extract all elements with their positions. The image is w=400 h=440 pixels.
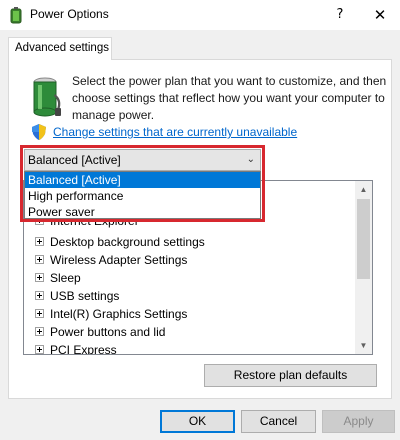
expand-icon[interactable]	[35, 237, 44, 247]
list-item[interactable]: USB settings	[35, 287, 119, 305]
power-plan-dropdown: Balanced [Active] High performance Power…	[24, 171, 261, 219]
vertical-scrollbar[interactable]: ▲ ▼	[355, 181, 372, 354]
expand-icon[interactable]	[35, 309, 44, 319]
scroll-up-icon[interactable]: ▲	[355, 181, 372, 198]
expand-icon[interactable]	[35, 255, 44, 265]
list-item[interactable]: Intel(R) Graphics Settings	[35, 305, 187, 323]
description-text: Select the power plan that you want to c…	[72, 74, 387, 122]
chevron-down-icon[interactable]: ⌄	[247, 150, 255, 170]
scroll-thumb[interactable]	[357, 199, 370, 279]
ok-button[interactable]: OK	[160, 410, 235, 433]
expand-icon[interactable]	[35, 273, 44, 283]
list-item-label: Wireless Adapter Settings	[50, 253, 188, 267]
plan-option-high-performance[interactable]: High performance	[25, 188, 260, 204]
close-button[interactable]: ✕	[362, 0, 398, 30]
plan-option-power-saver[interactable]: Power saver	[25, 204, 260, 220]
restore-defaults-button[interactable]: Restore plan defaults	[204, 364, 377, 387]
shield-icon	[32, 124, 46, 140]
list-item-label: PCI Express	[50, 343, 117, 355]
cancel-button[interactable]: Cancel	[241, 410, 316, 433]
list-item[interactable]: Wireless Adapter Settings	[35, 251, 187, 269]
list-item[interactable]: Sleep	[35, 269, 81, 287]
list-item[interactable]: Power buttons and lid	[35, 323, 165, 341]
scroll-down-icon[interactable]: ▼	[355, 337, 372, 354]
change-settings-link[interactable]: Change settings that are currently unava…	[53, 125, 297, 139]
help-button[interactable]: ?	[322, 0, 358, 30]
battery-icon	[33, 77, 61, 117]
list-item[interactable]: Desktop background settings	[35, 233, 205, 251]
list-item-label: Intel(R) Graphics Settings	[50, 307, 188, 321]
power-plan-value: Balanced [Active]	[28, 153, 121, 167]
expand-icon[interactable]	[35, 327, 44, 337]
power-options-icon	[10, 7, 22, 24]
expand-icon[interactable]	[35, 345, 44, 354]
tab-advanced-settings[interactable]: Advanced settings	[8, 37, 112, 60]
expand-icon[interactable]	[35, 291, 44, 301]
window-title: Power Options	[30, 7, 109, 21]
list-item-label: Sleep	[50, 271, 81, 285]
list-item-label: Desktop background settings	[50, 235, 205, 249]
apply-button[interactable]: Apply	[322, 410, 395, 433]
list-item-label: Power buttons and lid	[50, 325, 166, 339]
power-plan-select[interactable]: Balanced [Active] ⌄	[24, 149, 261, 171]
list-item[interactable]: PCI Express	[35, 341, 117, 355]
plan-option-balanced[interactable]: Balanced [Active]	[25, 172, 260, 188]
list-item-label: USB settings	[50, 289, 120, 303]
title-bar: Power Options ? ✕	[0, 0, 400, 30]
